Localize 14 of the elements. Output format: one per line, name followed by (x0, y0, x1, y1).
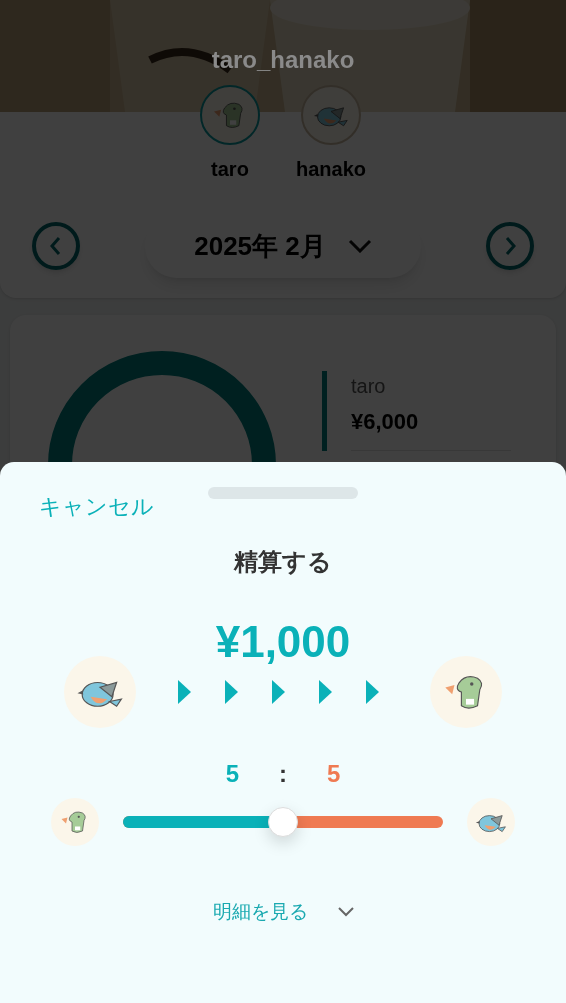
settle-amount: ¥1,000 (215, 620, 351, 664)
ratio-right: 5 (327, 759, 341, 789)
member-name: hanako (296, 157, 366, 182)
split-slider[interactable] (123, 807, 443, 837)
group-title: taro_hanako (210, 45, 356, 75)
member-amount: ¥6,000 (351, 408, 420, 436)
sheet-title: 精算する (234, 547, 332, 577)
member-name: taro (211, 157, 249, 182)
cancel-button[interactable]: キャンセル (39, 490, 154, 523)
ratio-left: 5 (225, 759, 239, 789)
chevron-down-icon (337, 907, 354, 918)
slider-thumb[interactable] (268, 807, 298, 837)
details-toggle[interactable]: 明細を見る (212, 898, 354, 927)
ratio-separator: : (279, 759, 287, 789)
